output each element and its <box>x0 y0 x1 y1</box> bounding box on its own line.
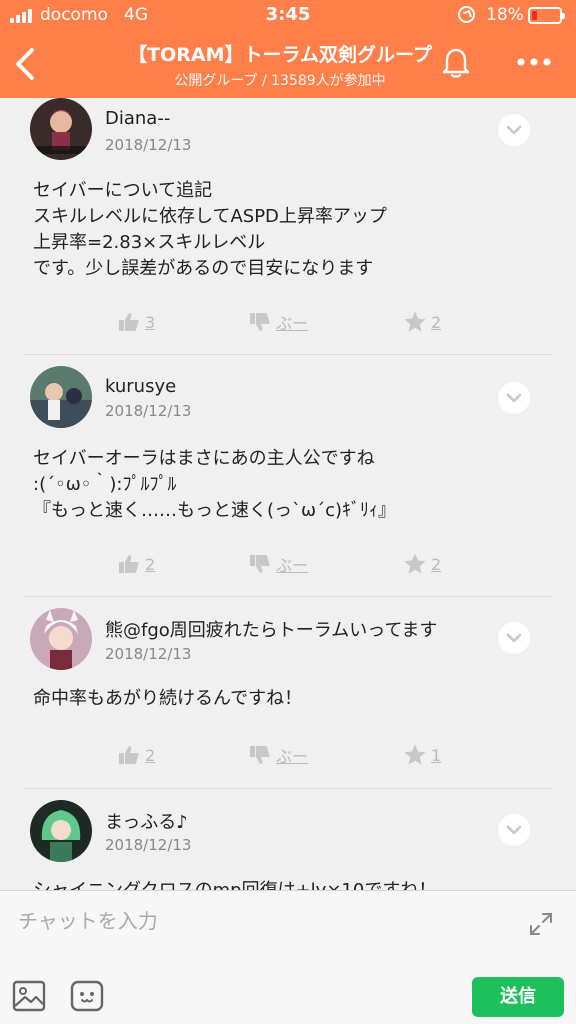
like-button[interactable]: 2 <box>117 743 155 767</box>
chevron-down-icon <box>506 393 522 403</box>
dislike-button[interactable]: ぶー <box>248 552 308 576</box>
dislike-label: ぶー <box>276 314 309 333</box>
comment-date: 2018/12/13 <box>105 136 192 154</box>
comment-menu-button[interactable] <box>498 382 530 414</box>
avatar[interactable] <box>30 800 92 862</box>
comment-username[interactable]: まっふる♪ <box>105 808 188 834</box>
avatar[interactable] <box>30 366 92 428</box>
thumbs-down-icon <box>250 313 270 331</box>
expand-icon <box>530 913 552 935</box>
dislike-button[interactable]: ぶー <box>248 743 308 767</box>
dislike-label: ぶー <box>276 747 309 766</box>
like-count: 2 <box>145 745 156 765</box>
comment-username[interactable]: kurusye <box>105 376 176 397</box>
image-button[interactable] <box>12 979 46 1013</box>
sticker-icon <box>70 980 104 1012</box>
comment-menu-button[interactable] <box>498 814 530 846</box>
comment-actions: 2 ぶー 2 <box>0 552 576 582</box>
chevron-down-icon <box>506 125 522 135</box>
comment-feed[interactable]: Diana-- 2018/12/13 セイバーについて追記 スキルレベルに依存し… <box>0 98 576 890</box>
comment-date: 2018/12/13 <box>105 836 192 854</box>
star-button[interactable]: 1 <box>403 743 441 767</box>
avatar[interactable] <box>30 608 92 670</box>
star-button[interactable]: 2 <box>403 552 441 576</box>
like-button[interactable]: 3 <box>117 310 155 334</box>
group-title: 【TORAM】トーラム双剣グループ <box>128 44 432 66</box>
chat-composer: チャットを入力 送信 <box>0 890 576 1024</box>
star-icon <box>404 311 426 332</box>
star-count: 2 <box>431 554 442 574</box>
thumbs-down-icon <box>250 555 270 573</box>
status-bar: docomo 4G 3:45 18% <box>0 0 576 30</box>
comment-menu-button[interactable] <box>498 114 530 146</box>
chat-input[interactable]: チャットを入力 <box>18 905 158 934</box>
chevron-left-icon <box>16 48 34 80</box>
expand-button[interactable] <box>526 909 556 939</box>
like-button[interactable]: 2 <box>117 552 155 576</box>
star-icon <box>404 744 426 765</box>
thumbs-up-icon <box>119 313 139 331</box>
comment-username[interactable]: Diana-- <box>105 108 170 129</box>
bell-icon <box>442 48 470 78</box>
like-count: 3 <box>145 312 156 332</box>
comment-date: 2018/12/13 <box>105 645 192 663</box>
star-button[interactable]: 2 <box>403 310 441 334</box>
group-subtitle: 公開グループ / 13589人が参加中 <box>174 73 386 89</box>
thumbs-down-icon <box>250 746 270 764</box>
group-title-area[interactable]: 【TORAM】トーラム双剣グループ 公開グループ / 13589人が参加中 <box>80 40 480 90</box>
chevron-down-icon <box>506 825 522 835</box>
comment-actions: 2 ぶー 1 <box>0 743 576 773</box>
star-count: 2 <box>431 312 442 332</box>
send-button[interactable]: 送信 <box>472 977 564 1017</box>
comment-body: セイバーについて追記 スキルレベルに依存してASPD上昇率アップ 上昇率=2.8… <box>33 180 387 279</box>
comment-actions: 3 ぶー 2 <box>0 310 576 340</box>
notification-button[interactable] <box>438 44 474 80</box>
more-options-button[interactable] <box>514 50 554 74</box>
image-icon <box>12 980 46 1012</box>
comment-date: 2018/12/13 <box>105 402 192 420</box>
divider <box>24 788 552 789</box>
rotation-lock-icon <box>458 6 475 23</box>
divider <box>24 354 552 355</box>
chevron-down-icon <box>506 633 522 643</box>
back-button[interactable] <box>10 44 40 84</box>
comment-body: シャイニングクロスのmp回復は+lv×10ですね！ <box>33 878 556 890</box>
avatar[interactable] <box>30 98 92 160</box>
comment-menu-button[interactable] <box>498 622 530 654</box>
comment-body: 命中率もあがり続けるんですね！ <box>33 688 303 709</box>
comment-body: セイバーオーラはまさにあの主人公ですね :(´◦ω◦｀):ﾌﾟﾙﾌﾟﾙ 『もっと… <box>33 448 397 521</box>
star-icon <box>404 553 426 574</box>
battery-icon <box>528 7 565 24</box>
comment-username[interactable]: 熊@fgo周回疲れたらトーラムいってます <box>105 616 437 642</box>
battery-percent: 18% <box>486 5 524 25</box>
thumbs-up-icon <box>119 746 139 764</box>
dislike-label: ぶー <box>276 556 309 575</box>
more-dots-icon <box>517 58 551 66</box>
thumbs-up-icon <box>119 555 139 573</box>
divider <box>24 596 552 597</box>
sticker-button[interactable] <box>70 979 104 1013</box>
dislike-button[interactable]: ぶー <box>248 310 308 334</box>
app-header: docomo 4G 3:45 18% 【TORAM】トーラム双剣グループ 公開グ… <box>0 0 576 98</box>
like-count: 2 <box>145 554 156 574</box>
star-count: 1 <box>431 745 442 765</box>
